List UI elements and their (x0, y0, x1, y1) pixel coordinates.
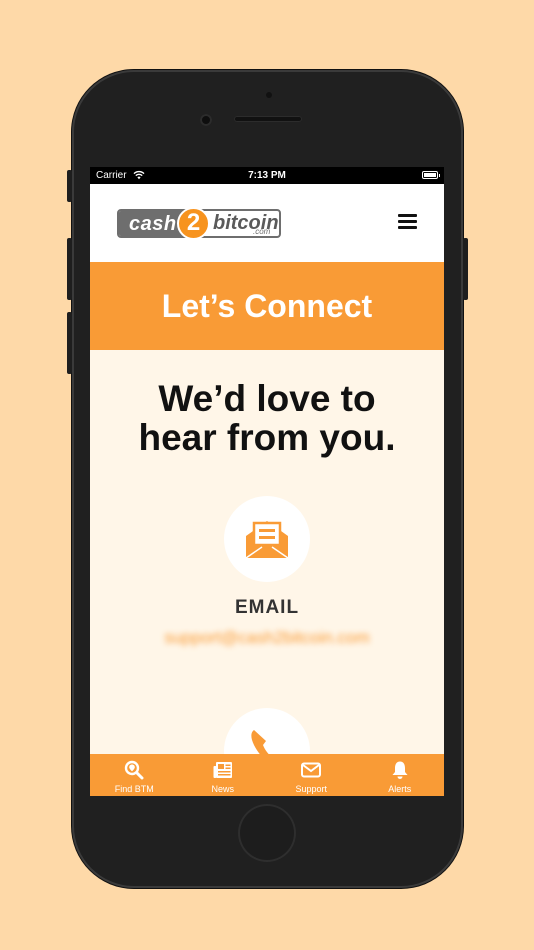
battery-icon (422, 171, 440, 179)
email-address-link[interactable]: support@cash2bitcoin.com (90, 628, 444, 648)
envelope-icon (301, 762, 322, 778)
email-contact-button[interactable] (224, 496, 310, 582)
section-headline: We’d love to hear from you. (90, 379, 444, 457)
front-camera (200, 114, 212, 126)
logo-word-cash: cash (129, 213, 177, 235)
earpiece-speaker (234, 116, 302, 122)
tab-label-alerts: Alerts (388, 784, 412, 794)
bell-icon (392, 761, 408, 779)
bottom-tab-bar: Find BTM News Support Alerts (90, 754, 444, 796)
logo-word-com: .com (253, 227, 271, 236)
page-title: Let’s Connect (161, 288, 373, 324)
search-location-icon (125, 760, 144, 780)
status-clock: 7:13 PM (248, 170, 286, 181)
headline-line-2: hear from you. (138, 417, 396, 458)
phone-frame: Carrier 7:13 PM cash 2 bitcoin .com Let’… (67, 70, 468, 888)
page-title-banner: Let’s Connect (90, 262, 444, 350)
mute-switch (67, 170, 72, 202)
headline-line-1: We’d love to (158, 378, 376, 419)
power-button (463, 238, 468, 300)
cash2bitcoin-logo[interactable]: cash 2 bitcoin .com (117, 207, 283, 240)
home-button[interactable] (238, 804, 296, 862)
top-navigation-bar: cash 2 bitcoin .com (90, 184, 444, 262)
tab-support[interactable]: Support (267, 754, 356, 796)
tab-label-support: Support (295, 784, 328, 794)
tab-find-btm[interactable]: Find BTM (90, 754, 179, 796)
envelope-icon (245, 521, 289, 559)
tab-alerts[interactable]: Alerts (356, 754, 445, 796)
tab-label-news: News (211, 784, 234, 794)
email-label: EMAIL (234, 597, 300, 618)
volume-down-button (67, 312, 72, 374)
app-screen: Carrier 7:13 PM cash 2 bitcoin .com Let’… (90, 167, 444, 796)
proximity-sensor (266, 92, 272, 98)
newspaper-icon (213, 762, 232, 778)
hamburger-menu-icon[interactable] (398, 214, 417, 230)
tab-label-find-btm: Find BTM (114, 784, 154, 794)
status-bar: Carrier 7:13 PM (90, 167, 444, 184)
volume-up-button (67, 238, 72, 300)
bitcoin-coin-icon: 2 (177, 207, 210, 240)
tab-news[interactable]: News (179, 754, 268, 796)
